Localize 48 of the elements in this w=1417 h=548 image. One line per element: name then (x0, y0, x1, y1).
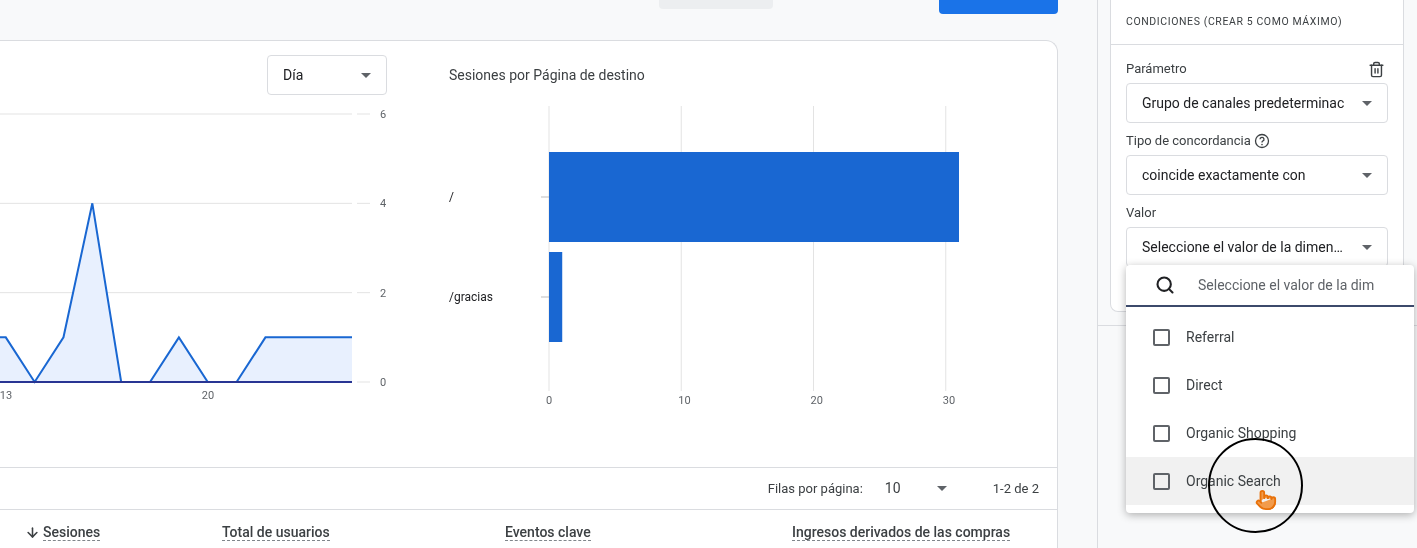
x-tick-label: 0 (546, 394, 553, 407)
category-label: /gracias (449, 290, 493, 304)
option-label: Direct (1186, 375, 1223, 395)
granularity-select[interactable]: Día (267, 55, 387, 95)
y-tick-label: 6 (380, 108, 387, 121)
y-tick-label: 2 (380, 286, 387, 300)
option-label: Organic Shopping (1186, 423, 1297, 443)
caret-icon (361, 72, 371, 78)
help-icon[interactable] (1253, 133, 1270, 149)
option-label: Referral (1186, 327, 1235, 347)
category-label: / (449, 190, 454, 204)
dropdown-field[interactable]: coincide exactamente con (1126, 155, 1388, 195)
dropdown-field[interactable]: Grupo de canales predeterminac (1126, 83, 1388, 123)
x-tick-label: 20 (201, 389, 215, 401)
checkbox[interactable] (1153, 424, 1170, 442)
caret-icon (1362, 172, 1372, 178)
conditions-title: CONDICIONES (CREAR 5 COMO MÁXIMO) (1111, 0, 1403, 45)
rows-per-page-label: Filas por página: (767, 479, 863, 498)
x-tick-label: 30 (942, 394, 956, 407)
y-tick-label: 4 (380, 197, 387, 211)
y-tick-label: 0 (380, 376, 387, 389)
menu-option[interactable]: Organic Shopping (1126, 409, 1414, 457)
caret-icon (936, 486, 947, 491)
x-tick-label: 10 (678, 394, 691, 407)
menu-option[interactable]: Direct (1126, 361, 1414, 409)
column-header[interactable]: Ingresos derivados de las compras (792, 524, 1011, 541)
menu-option[interactable]: Referral (1126, 313, 1414, 361)
field-label: Tipo de concordancia (1126, 132, 1251, 151)
column-header[interactable]: Total de usuarios (222, 524, 330, 541)
dropdown-field[interactable]: Seleccione el valor de la dimen… (1126, 227, 1388, 267)
caret-icon (1362, 100, 1372, 106)
rows-per-page-select[interactable]: 10 (884, 478, 947, 499)
hand-cursor-icon (1255, 489, 1277, 511)
checkbox[interactable] (1153, 472, 1170, 490)
caret-icon (1362, 244, 1372, 250)
search-field[interactable]: Seleccione el valor de la dim (1198, 274, 1388, 296)
column-header[interactable]: Sesiones (43, 524, 101, 541)
checkbox[interactable] (1153, 328, 1170, 346)
search-icon (1155, 275, 1175, 295)
chart-title: Sesiones por Página de destino (449, 66, 646, 85)
x-tick-label: 13 (0, 389, 13, 401)
column-header[interactable]: Eventos clave (505, 524, 591, 541)
x-tick-label: 20 (810, 394, 823, 407)
pagination-range: 1-2 de 2 (992, 479, 1039, 498)
delete-icon[interactable] (1368, 60, 1385, 78)
field-label: Valor (1126, 204, 1157, 223)
checkbox[interactable] (1153, 376, 1170, 394)
field-label: Parámetro (1126, 60, 1187, 79)
